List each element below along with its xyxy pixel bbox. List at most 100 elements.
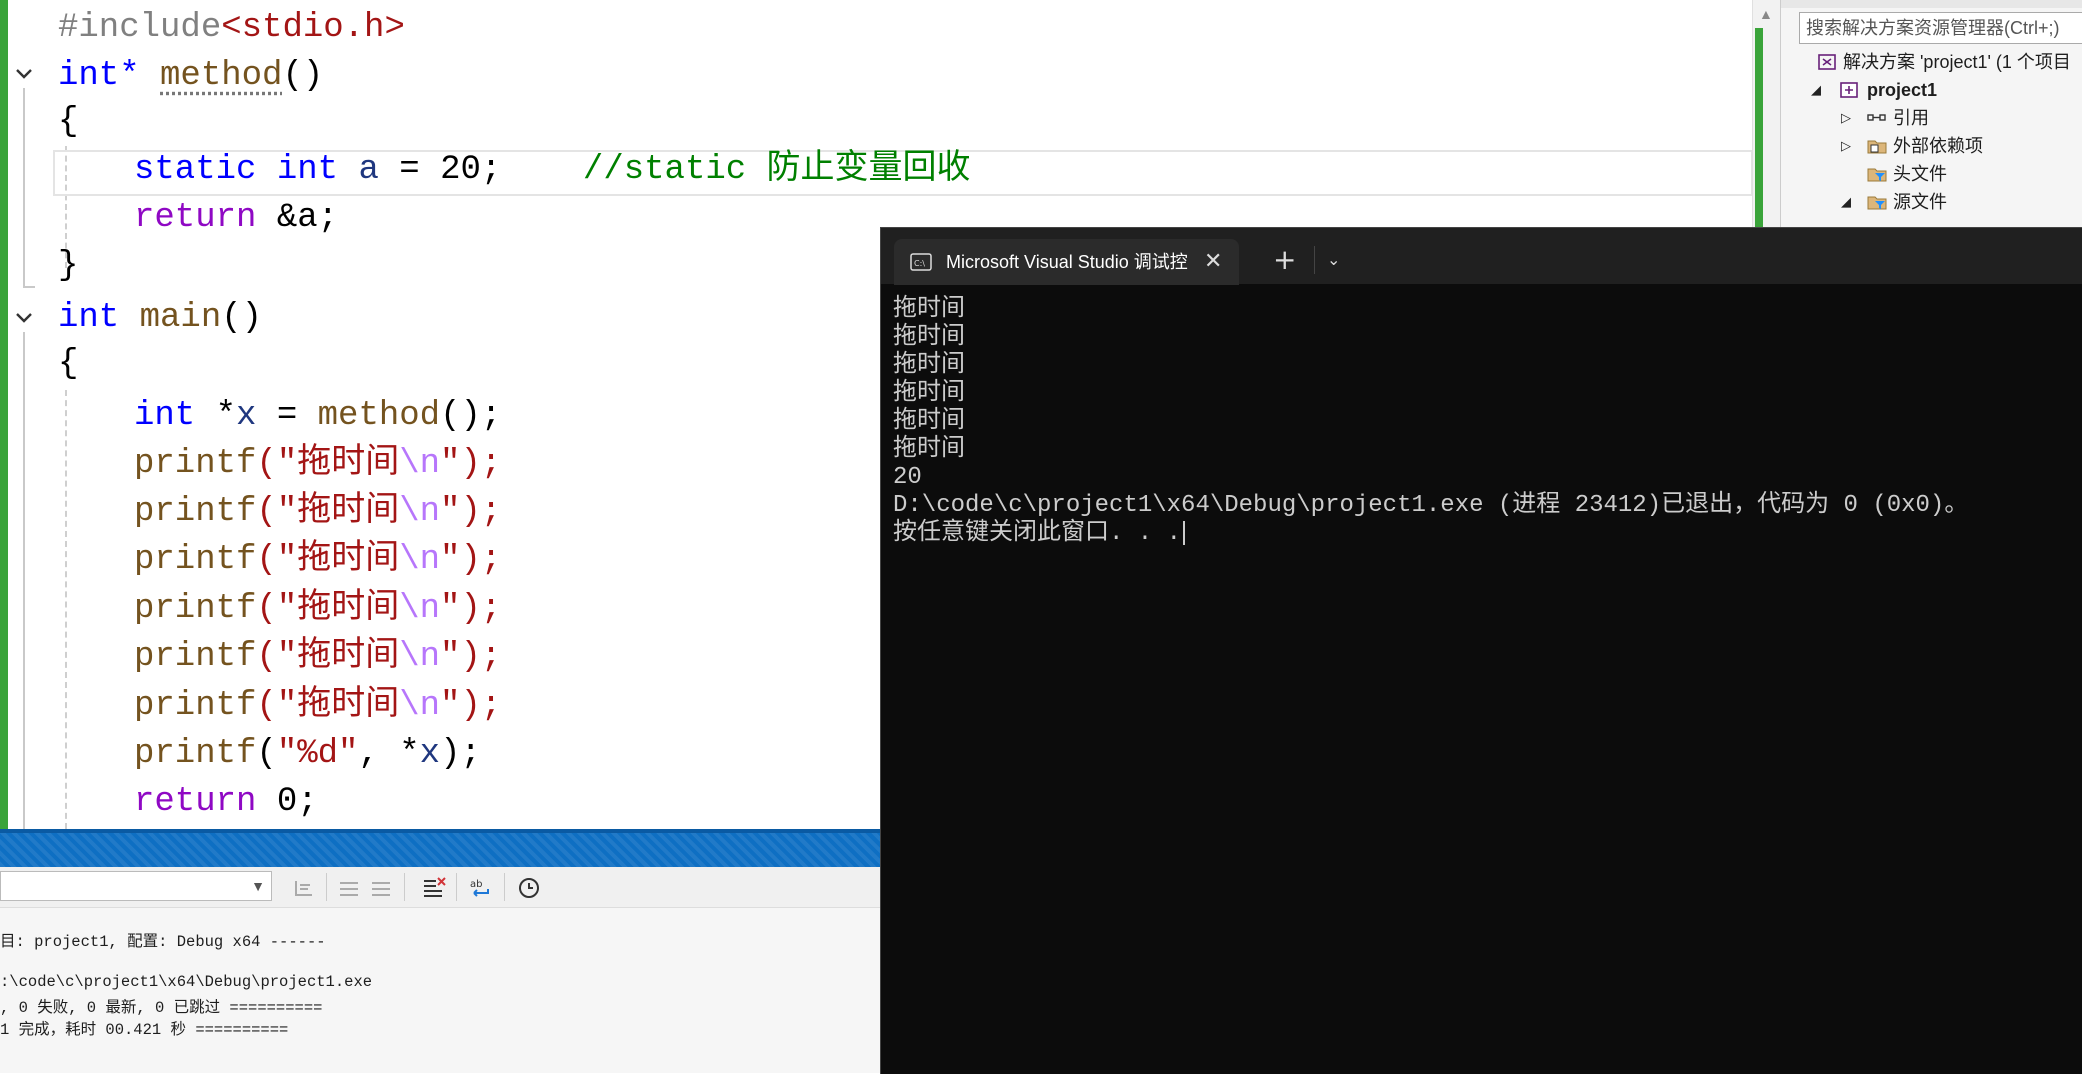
fold-line-end (23, 286, 35, 288)
console-tab[interactable]: C:\ Microsoft Visual Studio 调试控 ✕ (894, 239, 1239, 285)
console-prompt-text: 按任意键关闭此窗口. . . (893, 520, 1182, 547)
number-literal: 20 (440, 151, 481, 189)
tree-item-label: 引用 (1893, 108, 1929, 128)
punctuation: "); (440, 687, 502, 725)
punctuation: "); (440, 493, 502, 531)
console-line: 拖时间 (893, 436, 965, 463)
function-printf: printf (134, 493, 257, 531)
code-line-method-signature[interactable]: int* method() (58, 52, 323, 100)
console-line: 拖时间 (893, 296, 965, 323)
dropdown-arrow-icon[interactable]: ▼ (251, 872, 265, 900)
code-line-open-brace[interactable]: { (58, 340, 78, 388)
code-line-close-brace[interactable]: } (58, 242, 78, 290)
parens: () (282, 57, 324, 95)
word-wrap-icon[interactable]: ab (468, 875, 496, 901)
punctuation: , * (358, 735, 420, 773)
new-tab-plus-icon[interactable]: + (1273, 240, 1296, 280)
punctuation: (" (256, 445, 298, 483)
pointer-star: * (195, 397, 237, 435)
title-separator (1314, 246, 1315, 274)
code-line-printf[interactable]: printf("拖时间\n"); (134, 585, 501, 633)
code-line-printf[interactable]: printf("拖时间\n"); (134, 536, 501, 584)
panel-title-bar-edge (0, 829, 880, 833)
project-icon (1840, 82, 1858, 98)
collapsed-arrow-icon[interactable]: ▷ (1841, 132, 1851, 160)
code-line-printf[interactable]: printf("拖时间\n"); (134, 440, 501, 488)
code-line-printf-d[interactable]: printf("%d", *x); (134, 730, 481, 778)
parens: () (221, 299, 263, 337)
escape-sequence: \n (399, 687, 441, 725)
svg-text:ab: ab (470, 879, 482, 890)
output-toolbar: ▼ ab (0, 867, 880, 908)
scroll-up-arrow-icon[interactable]: ▲ (1759, 6, 1773, 22)
close-tab-icon[interactable]: ✕ (1204, 239, 1222, 285)
escape-sequence: \n (399, 590, 441, 628)
expanded-arrow-icon[interactable]: ◢ (1841, 188, 1851, 216)
expanded-arrow-icon[interactable]: ◢ (1811, 76, 1821, 104)
code-line-return-addr[interactable]: return &a; (134, 194, 338, 242)
code-line-printf[interactable]: printf("拖时间\n"); (134, 488, 501, 536)
fold-line (23, 332, 25, 829)
filter-folder-icon (1867, 168, 1887, 182)
code-line-static-decl[interactable]: static int a = 20; //static 防止变量回收 (134, 146, 971, 194)
function-name: method (160, 57, 283, 95)
code-line-return-zero[interactable]: return 0; (134, 778, 318, 826)
go-to-line-icon[interactable] (290, 875, 318, 901)
variable-a: a (358, 151, 379, 189)
punctuation: (" (256, 541, 298, 579)
variable-x: x (419, 735, 441, 773)
variable-x: x (236, 397, 257, 435)
function-printf: printf (134, 590, 257, 628)
tree-item-label: 外部依赖项 (1893, 136, 1983, 156)
code-line-printf[interactable]: printf("拖时间\n"); (134, 633, 501, 681)
punctuation: (" (256, 687, 298, 725)
change-tracking-gap (8, 0, 12, 829)
chevron-down-icon[interactable]: ⌄ (1327, 240, 1340, 280)
punctuation: "); (440, 638, 502, 676)
console-prompt-line: 按任意键关闭此窗口. . . (893, 520, 1968, 548)
code-line-include[interactable]: #include<stdio.h> (58, 4, 405, 52)
debug-console-window[interactable]: C:\ Microsoft Visual Studio 调试控 ✕ + ⌄ 拖时… (880, 227, 2082, 1074)
clock-icon[interactable] (515, 875, 543, 901)
punctuation: ( (256, 735, 277, 773)
output-source-select[interactable]: ▼ (0, 871, 272, 901)
console-line: 20 (893, 464, 922, 491)
solution-toolbar-strip (1781, 0, 2082, 8)
keyword-return: return (134, 783, 257, 821)
code-line-open-brace[interactable]: { (58, 98, 78, 146)
previous-message-icon[interactable] (336, 875, 364, 901)
code-line-x-decl[interactable]: int *x = method(); (134, 392, 501, 440)
change-tracking-bar (0, 0, 8, 829)
return-type: int* (58, 57, 140, 95)
svg-text:C:\: C:\ (914, 259, 925, 268)
console-line: 拖时间 (893, 408, 965, 435)
keyword-int: int (276, 151, 339, 189)
next-message-icon[interactable] (368, 875, 396, 901)
filter-folder-icon (1867, 196, 1887, 210)
escape-sequence: \n (399, 638, 441, 676)
collapse-chevron-icon[interactable] (12, 62, 36, 86)
solution-icon (1818, 54, 1836, 70)
code-line-printf[interactable]: printf("拖时间\n"); (134, 682, 501, 730)
preprocessor-directive: #include (58, 9, 222, 47)
punctuation: (" (256, 493, 298, 531)
brace: { (58, 345, 79, 383)
code-comment: //static 防止变量回收 (582, 151, 971, 189)
format-string: "%d" (276, 735, 359, 773)
collapse-chevron-icon[interactable] (12, 306, 36, 330)
keyword-int: int (58, 299, 120, 337)
console-output[interactable]: 拖时间 拖时间 拖时间 拖时间 拖时间 拖时间 20 D:\code\c\pro… (893, 296, 1968, 548)
code-line-main-signature[interactable]: int main() (58, 294, 262, 342)
escape-sequence: \n (399, 541, 441, 579)
collapsed-arrow-icon[interactable]: ▷ (1841, 104, 1851, 132)
toolbar-separator (326, 873, 327, 901)
solution-search-input[interactable]: 搜索解决方案资源管理器(Ctrl+;) (1799, 12, 2082, 44)
semicolon: ; (480, 151, 502, 189)
keyword-return: return (134, 199, 257, 237)
punctuation: "); (440, 590, 502, 628)
return-expression: &a; (256, 199, 339, 237)
output-pane: ▼ ab 目: project1, 配置: Debug x64 ------ :… (0, 867, 880, 1073)
tree-item-label: 解决方案 'project1' (1 个项目 (1843, 52, 2071, 72)
console-title-bar[interactable]: C:\ Microsoft Visual Studio 调试控 ✕ + ⌄ (881, 228, 2082, 285)
clear-all-icon[interactable] (420, 875, 448, 901)
